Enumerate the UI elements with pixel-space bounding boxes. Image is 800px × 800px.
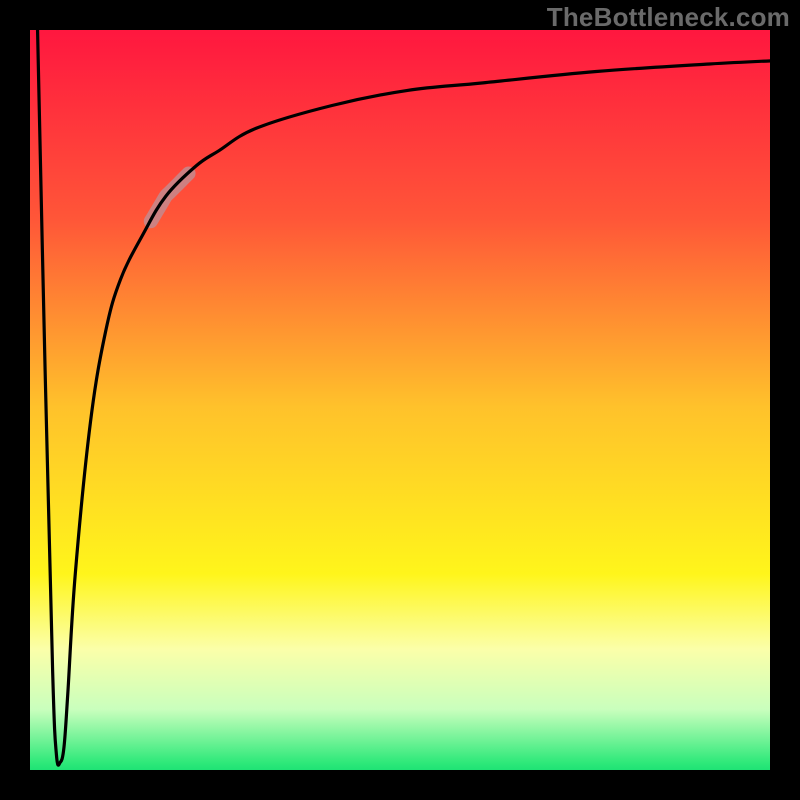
chart-root: TheBottleneck.com — [0, 0, 800, 800]
chart-svg — [0, 0, 800, 800]
watermark-text: TheBottleneck.com — [547, 2, 790, 33]
chart-background-gradient — [30, 30, 785, 785]
